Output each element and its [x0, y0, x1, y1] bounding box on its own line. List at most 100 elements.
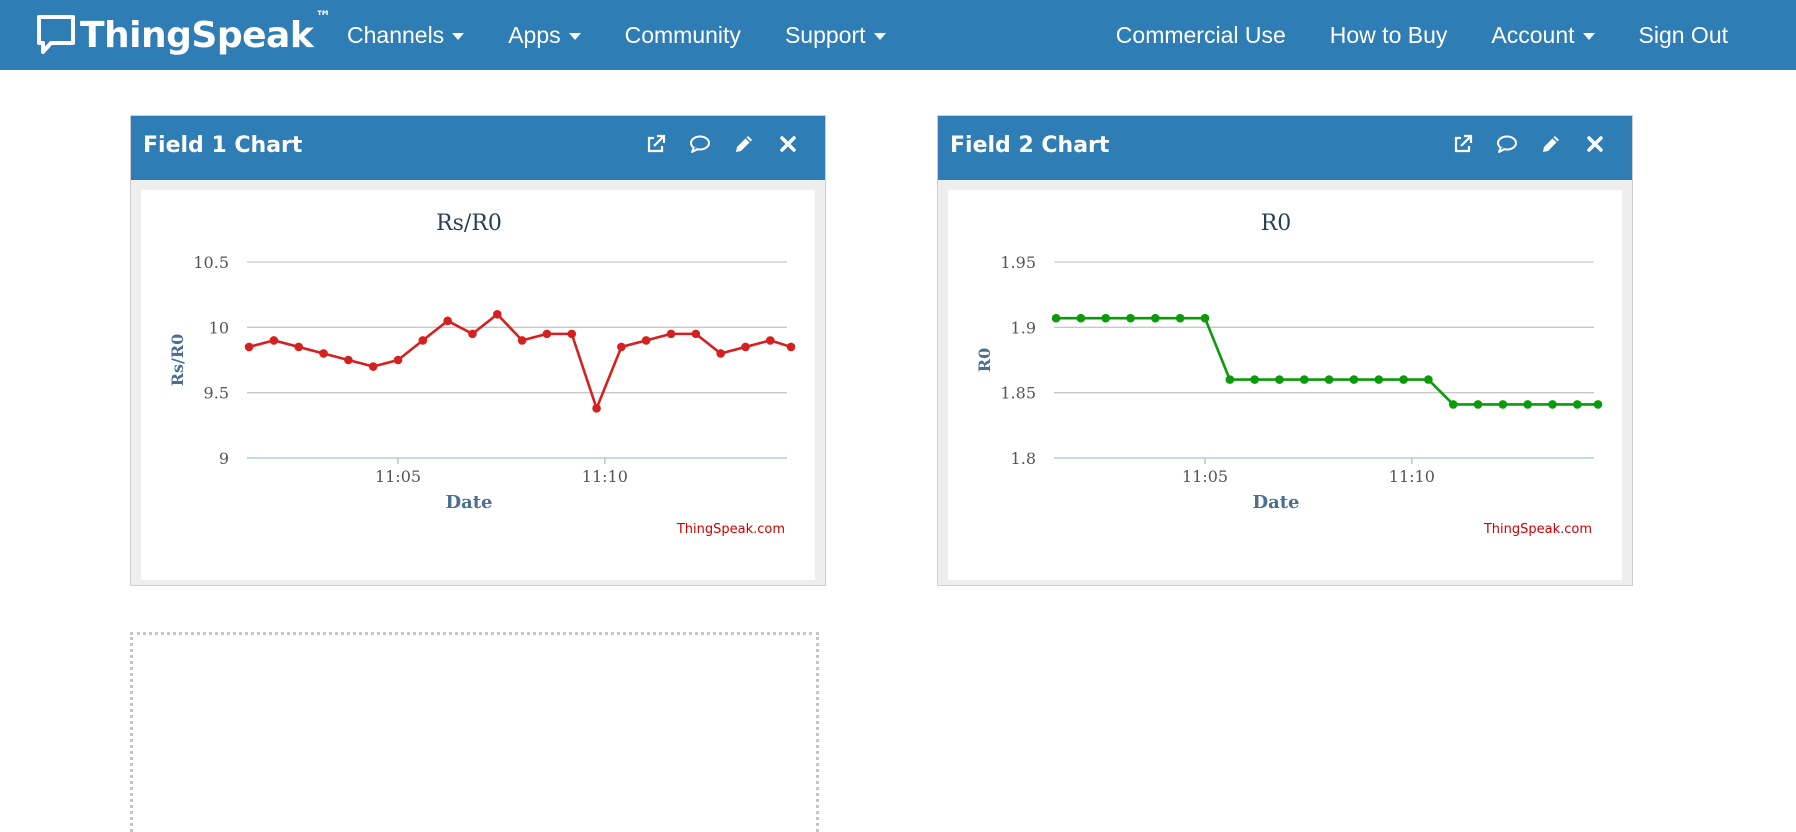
- y-tick-label: 1.85: [1000, 384, 1036, 403]
- y-tick-label: 10: [209, 318, 229, 337]
- data-point: [666, 329, 676, 339]
- data-point: [567, 329, 577, 339]
- brand-logo[interactable]: ThingSpeak ™: [36, 6, 331, 60]
- data-point: [542, 329, 552, 339]
- nav-channels[interactable]: Channels: [325, 0, 486, 70]
- nav-community-label: Community: [624, 21, 741, 48]
- series-line: [248, 312, 792, 410]
- comment-icon[interactable]: [689, 133, 711, 155]
- nav-community[interactable]: Community: [603, 0, 763, 70]
- empty-widget-placeholder: [130, 632, 819, 832]
- nav-how-to-buy-label: How to Buy: [1329, 21, 1448, 48]
- chart-title: R0: [1261, 211, 1292, 236]
- data-point: [1349, 375, 1359, 384]
- nav-sign-out-label: Sign Out: [1638, 21, 1729, 48]
- data-point: [1523, 400, 1532, 409]
- data-point: [1593, 400, 1603, 409]
- nav-support-label: Support: [784, 21, 866, 48]
- widget-header: Field 2 Chart: [938, 116, 1632, 180]
- data-point: [468, 329, 477, 339]
- data-point: [741, 342, 750, 352]
- data-point: [1076, 313, 1086, 323]
- nav-account-label: Account: [1491, 21, 1575, 48]
- pencil-icon[interactable]: [1540, 133, 1562, 155]
- nav-commercial-use-label: Commercial Use: [1115, 21, 1286, 48]
- close-icon[interactable]: [1584, 133, 1606, 155]
- widget-header: Field 1 Chart: [131, 116, 825, 180]
- x-tick-label: 11:10: [582, 467, 628, 486]
- data-point: [368, 362, 378, 371]
- data-point: [1299, 375, 1309, 384]
- data-point: [492, 309, 502, 319]
- data-point: [344, 355, 353, 365]
- data-point: [244, 342, 254, 352]
- widget-tools: [1452, 133, 1606, 155]
- data-point: [1200, 313, 1210, 323]
- data-point: [1126, 313, 1135, 323]
- field-1-chart-widget: Field 1 Chart Rs/R0 10.5 10 9.5 9 11:05 11:10 D…: [130, 115, 826, 586]
- data-point: [1448, 400, 1458, 409]
- top-navbar: ThingSpeak ™ Channels Apps Community Supp…: [0, 0, 1796, 70]
- y-tick-label: 1.9: [1011, 318, 1036, 337]
- data-point: [319, 349, 328, 358]
- x-axis-title: Date: [445, 492, 492, 513]
- data-point: [1225, 375, 1235, 384]
- caret-down-icon: [452, 32, 465, 40]
- caret-down-icon: [568, 32, 581, 40]
- chart-credit-link[interactable]: ThingSpeak.com: [676, 522, 785, 537]
- data-point: [1151, 313, 1160, 323]
- pencil-icon[interactable]: [733, 133, 755, 155]
- data-point: [592, 404, 601, 413]
- external-link-icon[interactable]: [645, 133, 667, 155]
- data-point: [1275, 375, 1284, 384]
- nav-how-to-buy[interactable]: How to Buy: [1308, 0, 1470, 70]
- data-point: [641, 336, 651, 345]
- widget-tools: [645, 133, 799, 155]
- nav-sign-out[interactable]: Sign Out: [1617, 0, 1751, 70]
- comment-icon[interactable]: [1496, 133, 1518, 155]
- nav-channels-label: Channels: [347, 21, 445, 48]
- brand-name: ThingSpeak ™: [80, 6, 331, 56]
- chart-title: Rs/R0: [436, 211, 502, 236]
- data-point: [1324, 375, 1334, 384]
- r0-chart: R0 1.95 1.9 1.85 1.8 11:05 11:10 Date R0 ThingSpe…: [975, 211, 1603, 537]
- x-tick-label: 11:05: [1182, 467, 1228, 486]
- data-point: [786, 342, 796, 352]
- nav-commercial-use[interactable]: Commercial Use: [1094, 0, 1308, 70]
- data-point: [1051, 313, 1061, 323]
- data-point: [716, 349, 725, 358]
- external-link-icon[interactable]: [1452, 133, 1474, 155]
- close-icon[interactable]: [777, 133, 799, 155]
- nav-account[interactable]: Account: [1469, 0, 1616, 70]
- rs-r0-chart: Rs/R0 10.5 10 9.5 9 11:05 11:10 Date Rs/R0 ThingS…: [168, 211, 796, 537]
- data-point: [418, 336, 428, 345]
- y-axis-title: R0: [975, 348, 994, 372]
- chart-area: R0 1.95 1.9 1.85 1.8 11:05 11:10 Date R0 ThingSpe…: [948, 190, 1622, 580]
- nav-apps[interactable]: Apps: [486, 0, 602, 70]
- x-tick-label: 11:10: [1389, 467, 1435, 486]
- data-point: [691, 329, 701, 339]
- speech-bubble-icon: [37, 15, 75, 54]
- widget-title: Field 1 Chart: [143, 133, 303, 158]
- y-tick-label: 1.95: [1000, 253, 1036, 272]
- data-point: [1548, 400, 1557, 409]
- data-point: [269, 336, 279, 345]
- data-point: [1250, 375, 1259, 384]
- chart-area: Rs/R0 10.5 10 9.5 9 11:05 11:10 Date Rs/R0 ThingS…: [141, 190, 815, 580]
- data-point: [1473, 400, 1483, 409]
- nav-right: Commercial Use How to Buy Account Sign O…: [1094, 0, 1750, 70]
- data-point: [1498, 400, 1508, 409]
- data-point: [1424, 375, 1433, 384]
- data-point: [1374, 375, 1384, 384]
- data-point: [1573, 400, 1582, 409]
- chart-credit-link[interactable]: ThingSpeak.com: [1483, 522, 1592, 537]
- caret-down-icon: [1582, 32, 1595, 40]
- caret-down-icon: [873, 32, 886, 40]
- data-point: [766, 336, 775, 345]
- y-tick-label: 9.5: [204, 384, 229, 403]
- nav-support[interactable]: Support: [763, 0, 908, 70]
- data-point: [517, 336, 527, 345]
- data-point: [443, 316, 452, 326]
- y-tick-label: 10.5: [193, 253, 229, 272]
- series-line: [1056, 316, 1598, 406]
